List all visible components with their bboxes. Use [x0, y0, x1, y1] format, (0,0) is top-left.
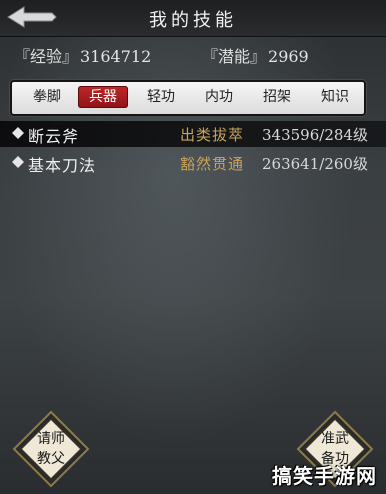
header-bar: 我的技能: [0, 0, 386, 37]
tab-neigong[interactable]: 内功: [194, 86, 244, 108]
diamond-bullet-icon: [12, 127, 24, 139]
prepare-skill-label-1: 准武: [321, 431, 349, 447]
potential-stat: 『潜能』 2969: [202, 43, 309, 67]
experience-stat: 『经验』 3164712: [14, 43, 151, 67]
watermark: 搞笑手游网: [272, 464, 377, 488]
experience-value: 3164712: [80, 47, 152, 66]
potential-label: 『潜能』: [202, 47, 267, 66]
skill-name: 基本刀法: [28, 156, 97, 175]
skill-name: 断云斧: [28, 127, 80, 146]
skill-row[interactable]: 基本刀法 豁然贯通 263641/260级: [0, 150, 386, 176]
tab-bingqi[interactable]: 兵器: [78, 86, 128, 108]
diamond-frame-icon: [12, 410, 90, 488]
skill-progress: 263641/260级: [262, 155, 368, 173]
ask-master-label-1: 请师: [37, 431, 65, 447]
experience-label: 『经验』: [14, 47, 79, 66]
skill-category-tabs: 拳脚 兵器 轻功 内功 招架 知识: [10, 80, 366, 116]
skills-screen: 我的技能 『经验』 3164712 『潜能』 2969 拳脚 兵器 轻功 内功 招架…: [0, 0, 386, 494]
skill-rank: 豁然贯通: [180, 155, 245, 173]
diamond-bullet-icon: [12, 156, 24, 168]
tab-qinggong[interactable]: 轻功: [136, 86, 186, 108]
potential-value: 2969: [268, 47, 309, 66]
stats-bar: 『经验』 3164712 『潜能』 2969: [0, 43, 386, 67]
ask-master-button[interactable]: 请师 教父: [12, 410, 90, 488]
skill-progress: 343596/284级: [262, 126, 368, 144]
tab-zhaojia[interactable]: 招架: [252, 86, 302, 108]
skill-row[interactable]: 断云斧 出类拔萃 343596/284级: [0, 121, 386, 147]
tab-quanjiao[interactable]: 拳脚: [22, 86, 72, 108]
page-title: 我的技能: [149, 10, 237, 31]
tab-zhishi[interactable]: 知识: [310, 86, 360, 108]
skill-rank: 出类拔萃: [180, 126, 245, 144]
ask-master-label-2: 教父: [37, 451, 65, 467]
